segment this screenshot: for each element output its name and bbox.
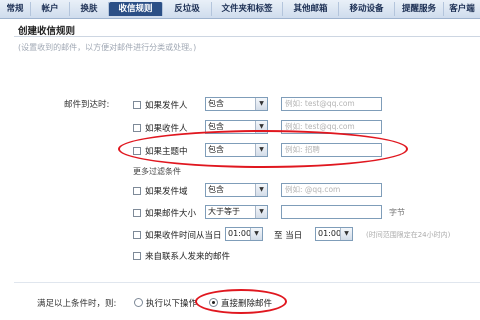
from-contacts-label: 来自联系人发来的邮件: [145, 252, 231, 262]
mail-size-label: 如果邮件大小: [145, 209, 197, 219]
chevron-down-icon: ▼: [250, 228, 262, 240]
receive-time-from-select[interactable]: 01:00 ▼: [225, 227, 263, 241]
receive-time-to-value: 01:00: [318, 229, 342, 238]
sender-domain-label: 如果发件域: [145, 187, 188, 197]
recipient-label: 如果收件人: [145, 124, 188, 134]
rule-form-area: [0, 19, 480, 320]
action-execute-label: 执行以下操作: [146, 299, 198, 309]
mail-size-op-select[interactable]: 大于等于 ▼: [205, 205, 268, 219]
more-conditions-heading: 更多过滤条件: [133, 167, 181, 176]
sender-op-select[interactable]: 包含 ▼: [205, 97, 268, 111]
chevron-down-icon: ▼: [255, 98, 267, 110]
tab-anti-spam[interactable]: 反垃圾: [163, 2, 212, 16]
page-title: 创建收信规则: [18, 26, 76, 37]
sender-checkbox[interactable]: [133, 101, 141, 109]
receive-time-to-select[interactable]: 01:00 ▼: [315, 227, 353, 241]
section-divider: [14, 282, 480, 283]
sender-input[interactable]: 例如: test@qq.com: [281, 97, 382, 111]
chevron-down-icon: ▼: [340, 228, 352, 240]
tab-skin[interactable]: 换肤: [70, 2, 109, 16]
tab-other-mailboxes[interactable]: 其他邮箱: [283, 2, 339, 16]
from-contacts-checkbox[interactable]: [133, 252, 141, 260]
tab-general[interactable]: 常规: [0, 2, 31, 16]
receive-time-checkbox[interactable]: [133, 231, 141, 239]
page-hint: (设置收到的邮件，以方便对邮件进行分类或处理。): [18, 43, 197, 52]
receive-time-from-value: 01:00: [228, 229, 252, 238]
tab-folders-labels[interactable]: 文件夹和标签: [212, 2, 283, 16]
satisfy-label: 满足以上条件时，则:: [37, 299, 117, 309]
recipient-op-value: 包含: [208, 122, 224, 131]
tab-reminder-service[interactable]: 提醒服务: [395, 2, 444, 16]
receive-time-label: 如果收件时间从当日: [145, 231, 222, 241]
mail-size-checkbox[interactable]: [133, 209, 141, 217]
tab-account[interactable]: 帐户: [31, 2, 70, 16]
mail-size-op-value: 大于等于: [208, 207, 240, 216]
receive-time-to-label: 至 当日: [274, 231, 303, 241]
annotation-ellipse-subject: [118, 130, 408, 168]
tab-mobile-devices[interactable]: 移动设备: [339, 2, 395, 16]
recipient-checkbox[interactable]: [133, 124, 141, 132]
chevron-down-icon: ▼: [255, 184, 267, 196]
chevron-down-icon: ▼: [255, 206, 267, 218]
receive-time-note: (时间范围限定在24小时内): [366, 231, 451, 239]
action-execute-radio[interactable]: [134, 298, 143, 307]
sender-domain-input[interactable]: 例如: @qq.com: [281, 183, 382, 197]
sender-domain-checkbox[interactable]: [133, 187, 141, 195]
tab-receive-rules[interactable]: 收信规则: [109, 2, 163, 16]
arrival-label: 邮件到达时:: [64, 100, 110, 110]
mail-size-input[interactable]: [281, 205, 382, 219]
sender-op-value: 包含: [208, 99, 224, 108]
mail-size-unit: 字节: [389, 208, 405, 217]
sender-domain-op-select[interactable]: 包含 ▼: [205, 183, 268, 197]
annotation-ellipse-delete: [195, 289, 287, 314]
sender-label: 如果发件人: [145, 101, 188, 111]
sender-domain-op-value: 包含: [208, 185, 224, 194]
tab-client[interactable]: 客户端: [444, 2, 480, 16]
title-divider: [14, 36, 480, 37]
settings-tab-bar: 常规 帐户 换肤 收信规则 反垃圾 文件夹和标签 其他邮箱 移动设备 提醒服务 …: [0, 0, 480, 19]
